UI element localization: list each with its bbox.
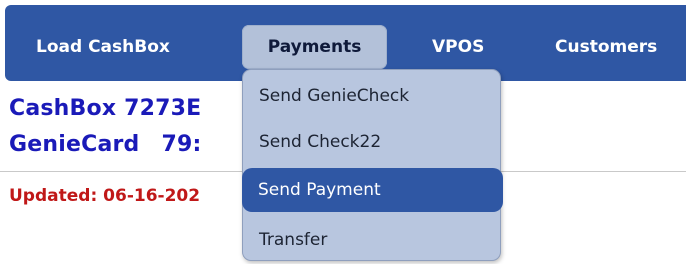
nav-vpos[interactable]: VPOS	[432, 25, 484, 69]
menu-item-transfer[interactable]: Transfer	[243, 218, 500, 262]
cashbox-number: 7273E	[124, 96, 202, 121]
menu-item-send-payment[interactable]: Send Payment	[242, 168, 503, 212]
nav-customers[interactable]: Customers	[555, 25, 657, 69]
nav-payments-tab[interactable]: Payments	[242, 25, 387, 69]
cashbox-info: CashBox 7273E	[9, 96, 201, 121]
cashbox-label: CashBox	[9, 96, 117, 121]
menu-item-send-check22[interactable]: Send Check22	[243, 120, 500, 164]
payments-dropdown-menu: Send GenieCheck Send Check22 Send Paymen…	[242, 69, 503, 262]
menu-item-send-geniecheck[interactable]: Send GenieCheck	[243, 74, 500, 118]
updated-timestamp: Updated: 06-16-202	[9, 186, 201, 206]
nav-load-cashbox[interactable]: Load CashBox	[36, 25, 170, 69]
geniecard-number: 79:	[161, 132, 202, 157]
geniecard-label: GenieCard	[9, 132, 140, 157]
geniecard-info: GenieCard 79:	[9, 132, 202, 157]
